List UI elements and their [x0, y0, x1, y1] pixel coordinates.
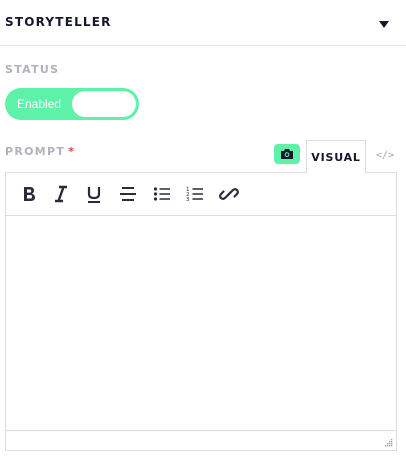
numbered-list-icon[interactable]: 1 2 3 — [184, 183, 206, 205]
prompt-label: PROMPT * — [5, 145, 75, 158]
bold-icon[interactable] — [18, 183, 40, 205]
status-toggle-text: Enabled — [17, 97, 62, 111]
editor-statusbar — [6, 430, 396, 450]
strikethrough-icon[interactable] — [117, 183, 139, 205]
add-media-button[interactable] — [274, 144, 300, 164]
underline-icon[interactable] — [83, 183, 105, 205]
prompt-label-text: PROMPT — [5, 145, 66, 158]
toggle-knob — [72, 91, 136, 117]
camera-icon — [281, 149, 293, 159]
status-toggle[interactable]: Enabled — [5, 88, 139, 120]
italic-icon[interactable] — [50, 183, 72, 205]
tab-visual-label: VISUAL — [311, 151, 361, 164]
prompt-editor: 1 2 3 — [5, 172, 397, 451]
caret-down-icon[interactable] — [376, 16, 392, 32]
tab-code[interactable]: </> — [368, 140, 402, 173]
prompt-textarea[interactable] — [6, 216, 396, 430]
link-icon[interactable] — [218, 183, 240, 205]
panel-header: STORYTELLER — [0, 0, 406, 46]
required-marker: * — [68, 145, 76, 158]
status-label: STATUS — [5, 63, 60, 76]
resize-handle-icon[interactable] — [383, 437, 393, 447]
tab-visual[interactable]: VISUAL — [306, 140, 366, 173]
panel-title: STORYTELLER — [5, 15, 112, 29]
bullet-list-icon[interactable] — [151, 183, 173, 205]
svg-text:3: 3 — [186, 197, 190, 203]
editor-toolbar: 1 2 3 — [6, 173, 396, 216]
tab-code-label: </> — [375, 150, 395, 161]
